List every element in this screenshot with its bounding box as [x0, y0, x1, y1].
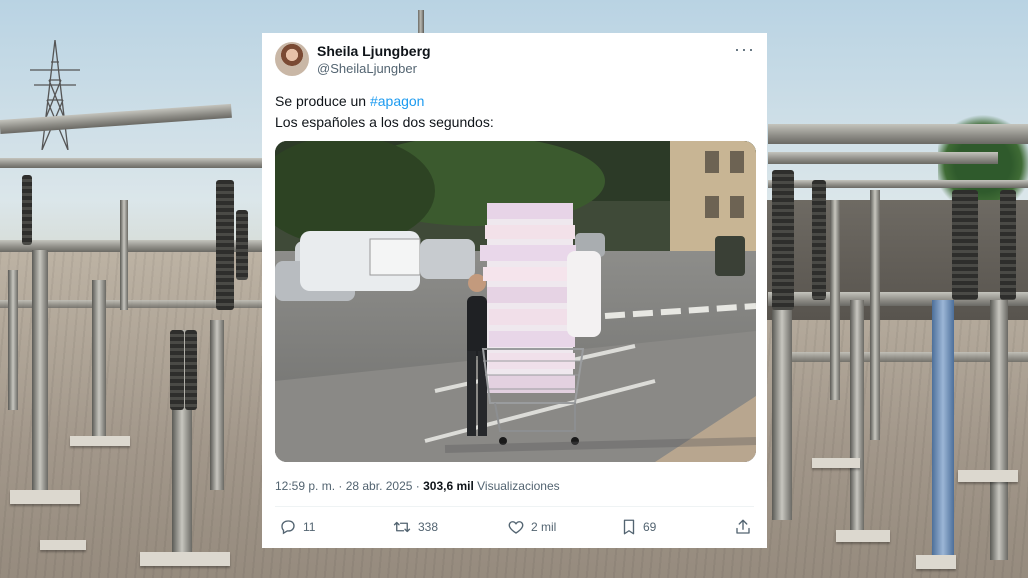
- tweet-text: Se produce un #apagon Los españoles a lo…: [275, 91, 494, 133]
- post-base: [958, 470, 1018, 482]
- post-base: [40, 540, 86, 550]
- tweet-photo[interactable]: [275, 141, 756, 462]
- insulator: [216, 180, 234, 310]
- bookmark-icon: [621, 518, 637, 536]
- support-post: [8, 270, 18, 410]
- insulator: [952, 190, 978, 300]
- like-count: 2 mil: [531, 520, 557, 534]
- post-base: [140, 552, 230, 566]
- reply-button[interactable]: 11: [279, 518, 315, 536]
- insulator: [22, 175, 32, 245]
- support-post: [210, 320, 224, 490]
- tweet-actions: 11 338 2 mil 69: [275, 518, 754, 540]
- repost-button[interactable]: 338: [392, 518, 438, 536]
- insulator: [1000, 190, 1016, 300]
- repost-icon: [392, 518, 412, 536]
- tweet-timestamp[interactable]: 12:59 p. m. · 28 abr. 2025 ·: [275, 479, 423, 493]
- post-base: [70, 436, 130, 446]
- share-icon: [734, 518, 752, 536]
- tweet-card[interactable]: Sheila Ljungberg @SheilaLjungber ··· Se …: [262, 33, 767, 548]
- insulator: [236, 210, 248, 280]
- post-base: [10, 490, 80, 504]
- views-label: Visualizaciones: [473, 479, 560, 493]
- reply-count: 11: [303, 520, 316, 534]
- bookmark-button[interactable]: 69: [621, 518, 656, 536]
- avatar[interactable]: [275, 42, 309, 76]
- tweet-line-2: Los españoles a los dos segundos:: [275, 114, 494, 130]
- tweet-text-prefix: Se produce un: [275, 93, 370, 109]
- tower-mast: [418, 10, 424, 35]
- display-name[interactable]: Sheila Ljungberg: [317, 43, 431, 59]
- reply-icon: [279, 518, 297, 536]
- insulator: [185, 330, 197, 410]
- support-post: [830, 200, 840, 400]
- support-post: [850, 300, 864, 540]
- like-icon: [507, 518, 525, 536]
- post-base: [836, 530, 890, 542]
- hashtag-link[interactable]: #apagon: [370, 93, 425, 109]
- insulator: [772, 170, 794, 310]
- tweet-line-1: Se produce un #apagon: [275, 91, 494, 112]
- busbar-beam: [768, 152, 998, 164]
- busbar-beam: [768, 292, 1028, 306]
- post-base: [812, 458, 860, 468]
- support-post: [932, 300, 954, 560]
- busbar-beam: [768, 124, 1028, 144]
- divider: [275, 506, 754, 507]
- more-options-icon[interactable]: ···: [734, 39, 755, 60]
- busbar-beam: [768, 180, 1028, 188]
- transmission-tower: [30, 40, 80, 150]
- support-post: [772, 310, 792, 520]
- views-count: 303,6 mil: [423, 479, 474, 493]
- user-handle[interactable]: @SheilaLjungber: [317, 61, 417, 76]
- support-post: [92, 280, 106, 440]
- support-post: [990, 300, 1008, 560]
- repost-count: 338: [418, 520, 439, 534]
- post-base: [916, 555, 956, 569]
- support-post: [32, 250, 48, 500]
- insulator: [812, 180, 826, 300]
- like-button[interactable]: 2 mil: [507, 518, 556, 536]
- share-button[interactable]: [734, 518, 752, 536]
- support-post: [870, 190, 880, 440]
- busbar-beam: [0, 158, 262, 168]
- bookmark-count: 69: [643, 520, 657, 534]
- tweet-meta: 12:59 p. m. · 28 abr. 2025 · 303,6 mil V…: [275, 479, 560, 493]
- photo-street-scene: [275, 141, 756, 462]
- support-post: [120, 200, 128, 310]
- insulator: [170, 330, 184, 410]
